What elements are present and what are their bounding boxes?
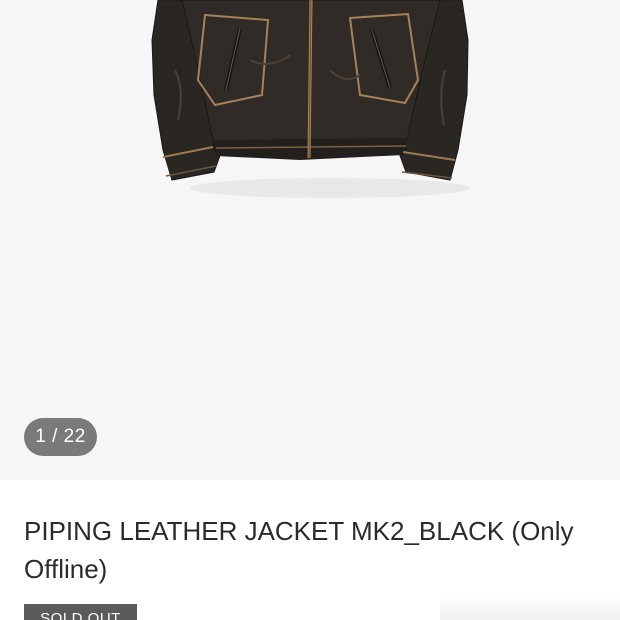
product-title: PIPING LEATHER JACKET MK2_BLACK (Only Of… (24, 516, 574, 584)
image-counter-badge: 1 / 22 (24, 418, 97, 456)
product-info: PIPING LEATHER JACKET MK2_BLACK (Only Of… (0, 480, 620, 620)
product-page: 1 / 22 PIPING LEATHER JACKET MK2_BLACK (… (0, 0, 620, 620)
product-image-leather-jacket[interactable] (0, 0, 620, 480)
sold-out-badge: SOLD OUT (24, 604, 137, 620)
bottom-fade-overlay (440, 592, 620, 620)
product-image-gallery[interactable]: 1 / 22 (0, 0, 620, 480)
